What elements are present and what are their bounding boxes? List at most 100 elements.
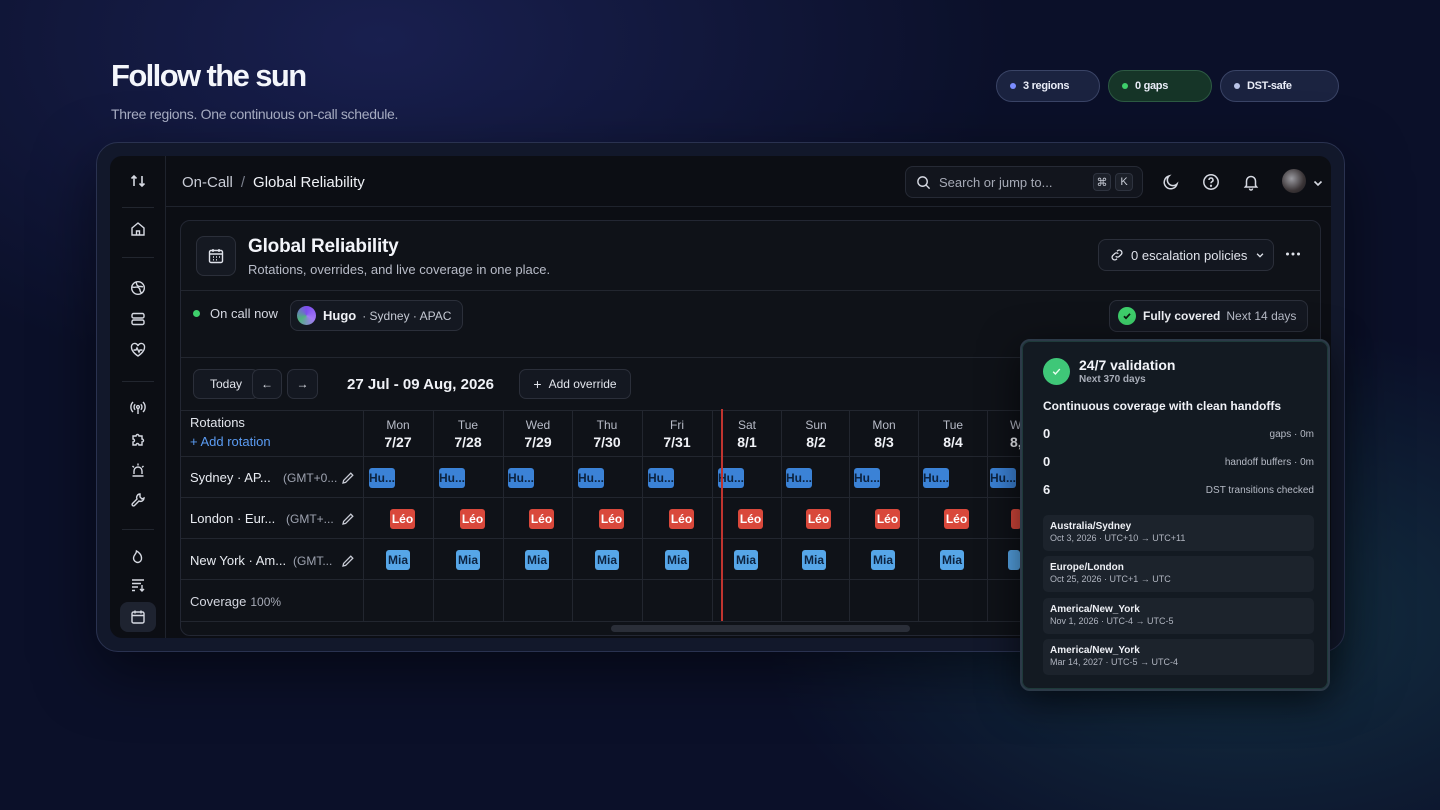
shift-block-sydney[interactable]: Hu... <box>990 468 1016 488</box>
sidebar-divider <box>122 529 154 530</box>
wrench-icon[interactable] <box>129 491 147 509</box>
coverage-row: Coverage 100% <box>190 594 281 609</box>
add-rotation-link[interactable]: + Add rotation <box>190 434 271 449</box>
date-range: 27 Jul - 09 Aug, 2026 <box>347 376 495 393</box>
validation-popover: 24/7 validation Next 370 days Continuous… <box>1020 339 1330 691</box>
shift-block-new-york[interactable]: Mia <box>871 550 895 570</box>
shift-block-london[interactable]: Léo <box>738 509 763 529</box>
chevron-down-icon[interactable] <box>1312 176 1324 188</box>
escalation-policies-dropdown[interactable]: 0 escalation policies <box>1098 239 1274 271</box>
shift-block-new-york[interactable]: Mia <box>525 550 549 570</box>
day-of-week: Mon <box>872 418 896 432</box>
shift-block-london[interactable]: Léo <box>944 509 969 529</box>
day-of-week: Thu <box>596 418 618 432</box>
metric-label: DST transitions checked <box>1205 485 1314 496</box>
shift-block-new-york[interactable]: Mia <box>456 550 480 570</box>
globe-icon[interactable] <box>129 279 147 297</box>
metric-value: 0 <box>1043 426 1051 441</box>
add-override-label: Add override <box>548 377 617 391</box>
heart-pulse-icon[interactable] <box>129 341 147 359</box>
search-input[interactable] <box>939 174 1089 190</box>
kbd-k: K <box>1115 173 1133 191</box>
shift-block-london[interactable]: Léo <box>806 509 831 529</box>
more-icon[interactable] <box>1284 245 1302 263</box>
pill-label: 3 regions <box>1023 80 1070 92</box>
day-of-week: Wed <box>525 418 551 432</box>
shift-block-sydney[interactable]: Hu... <box>578 468 604 488</box>
shift-block-sydney[interactable]: Hu... <box>369 468 395 488</box>
rotation-name-london[interactable]: London · Eur... <box>190 511 275 526</box>
day-header: Tue 8/4 <box>919 418 987 450</box>
rotation-tz: (GMT+... <box>286 512 334 526</box>
next-week-button[interactable]: → <box>287 369 318 399</box>
prev-week-button[interactable]: ← <box>252 369 282 399</box>
dst-zone: America/New_York <box>1050 645 1140 656</box>
help-icon[interactable] <box>1202 173 1220 191</box>
shift-block-sydney[interactable]: Hu... <box>648 468 674 488</box>
topbar: On-Call / Global Reliability ⌘ K <box>166 156 1331 207</box>
check-circle-icon <box>1043 358 1070 385</box>
divider <box>181 290 1320 291</box>
day-of-week: Sat <box>737 418 756 432</box>
home-icon[interactable] <box>129 220 147 238</box>
pill-dst: DST-safe <box>1220 70 1339 102</box>
breadcrumb-current: Global Reliability <box>253 174 365 191</box>
add-override-button[interactable]: + Add override <box>519 369 631 399</box>
kbd-cmd: ⌘ <box>1093 173 1111 191</box>
siren-icon[interactable] <box>129 461 147 479</box>
shift-block-sydney[interactable]: Hu... <box>923 468 949 488</box>
day-header: Thu 7/30 <box>573 418 641 450</box>
shift-block-sydney[interactable]: Hu... <box>508 468 534 488</box>
horizontal-scrollbar[interactable] <box>611 625 910 632</box>
day-date: 7/30 <box>593 434 621 450</box>
flame-icon[interactable] <box>129 547 147 565</box>
shift-block-new-york[interactable] <box>1008 550 1020 570</box>
current-time-indicator <box>721 409 723 621</box>
dst-zone: America/New_York <box>1050 604 1140 615</box>
shift-block-london[interactable]: Léo <box>460 509 485 529</box>
shift-block-new-york[interactable]: Mia <box>595 550 619 570</box>
shift-block-new-york[interactable]: Mia <box>734 550 758 570</box>
moon-icon[interactable] <box>1162 173 1180 191</box>
puzzle-icon[interactable] <box>129 430 147 448</box>
server-icon[interactable] <box>129 310 147 328</box>
bell-icon[interactable] <box>1242 173 1260 191</box>
shift-block-london[interactable]: Léo <box>390 509 415 529</box>
breadcrumb-oncall[interactable]: On-Call <box>182 174 233 191</box>
chevron-down-icon <box>1256 253 1264 258</box>
edit-pencil-icon[interactable] <box>341 512 355 526</box>
avatar[interactable] <box>1282 169 1306 193</box>
breadcrumb-separator: / <box>240 174 246 191</box>
dst-zone: Australia/Sydney <box>1050 521 1132 532</box>
rotation-name-sydney[interactable]: Sydney · AP... <box>190 470 271 485</box>
edit-pencil-icon[interactable] <box>341 554 355 568</box>
on-call-label: On call now <box>210 306 278 321</box>
shift-block-london[interactable]: Léo <box>875 509 900 529</box>
rotation-name-new-york[interactable]: New York · Am... <box>190 553 286 568</box>
sort-list-icon[interactable] <box>129 576 147 594</box>
shift-block-sydney[interactable]: Hu... <box>439 468 465 488</box>
shift-block-new-york[interactable]: Mia <box>665 550 689 570</box>
broadcast-icon[interactable] <box>129 399 147 417</box>
plus-icon: + <box>533 376 542 392</box>
validation-subtitle: Next 370 days <box>1079 374 1146 385</box>
today-button[interactable]: Today <box>193 369 259 399</box>
shift-block-sydney[interactable]: Hu... <box>854 468 880 488</box>
shift-block-london[interactable]: Léo <box>599 509 624 529</box>
dst-detail: Oct 3, 2026 · UTC+10 → UTC+11 <box>1050 533 1186 543</box>
shift-block-sydney[interactable]: Hu... <box>786 468 812 488</box>
shift-block-new-york[interactable]: Mia <box>940 550 964 570</box>
search-box[interactable]: ⌘ K <box>905 166 1143 198</box>
metric-value: 6 <box>1043 482 1051 497</box>
shift-block-new-york[interactable]: Mia <box>386 550 410 570</box>
shift-block-london[interactable]: Léo <box>669 509 694 529</box>
dst-transition-item: America/New_York Mar 14, 2027 · UTC-5 → U… <box>1043 639 1314 675</box>
edit-pencil-icon[interactable] <box>341 471 355 485</box>
on-call-user-chip[interactable]: Hugo · Sydney · APAC <box>290 300 463 331</box>
shift-block-new-york[interactable]: Mia <box>802 550 826 570</box>
day-header: Sun 8/2 <box>782 418 850 450</box>
calendar-icon[interactable] <box>129 608 147 626</box>
shift-block-london[interactable]: Léo <box>529 509 554 529</box>
swap-icon[interactable] <box>129 172 147 190</box>
day-header: Mon 8/3 <box>850 418 918 450</box>
